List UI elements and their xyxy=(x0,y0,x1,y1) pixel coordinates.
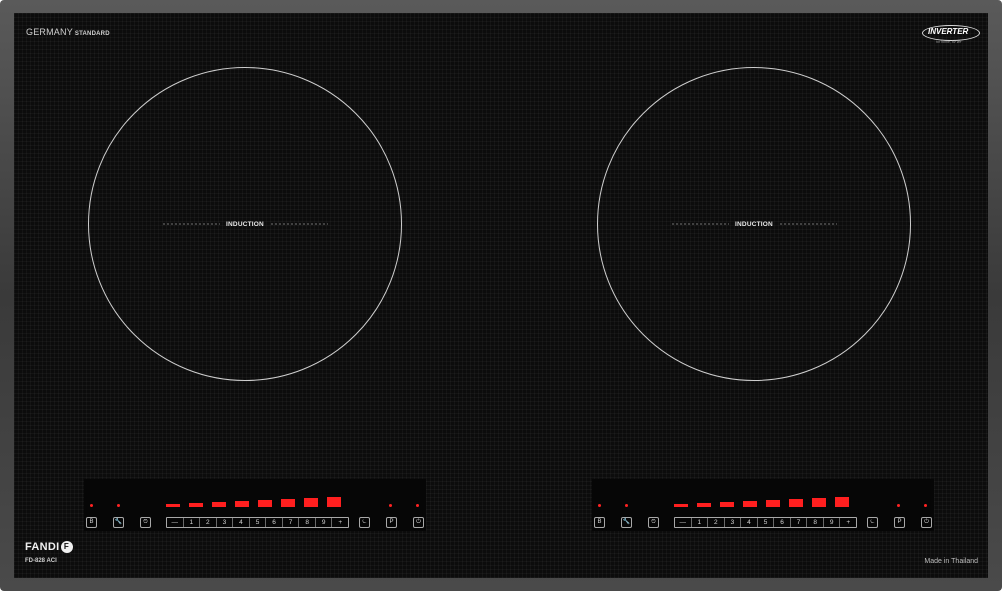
indicator-led xyxy=(598,504,601,507)
slider-level-1[interactable]: 1 xyxy=(692,518,709,527)
power-button[interactable]: ⏻ xyxy=(921,517,932,528)
slider-level-4[interactable]: 4 xyxy=(233,518,250,527)
slider-level-1[interactable]: 1 xyxy=(184,518,201,527)
timer-button[interactable]: ⏲ xyxy=(648,517,659,528)
slider-level-8[interactable]: 8 xyxy=(299,518,316,527)
wrench-button[interactable]: 🔧 xyxy=(113,517,124,528)
inverter-tagline: for home, for life xyxy=(936,40,962,44)
lock-button[interactable]: ⏾ xyxy=(359,517,370,528)
control-panel-left: B 🔧 ⏲ — 1 2 3 4 5 6 7 8 9 + ⏾ P ⏻ xyxy=(84,479,426,531)
glass-surface: GERMANY STANDARD INVERTER for home, for l… xyxy=(14,13,988,578)
power-level-bar xyxy=(304,498,318,507)
logo-mark-icon: F xyxy=(60,541,73,554)
slider-level-3[interactable]: 3 xyxy=(217,518,234,527)
wrench-button[interactable]: 🔧 xyxy=(621,517,632,528)
induction-label: INDUCTION xyxy=(226,220,264,228)
slider-minus[interactable]: — xyxy=(675,518,692,527)
made-in-label: Made in Thailand xyxy=(924,558,978,565)
boost-button[interactable]: B xyxy=(86,517,97,528)
power-level-bar xyxy=(835,497,849,507)
germany-standard-mark: GERMANY STANDARD xyxy=(26,27,110,37)
cooking-zone-right[interactable]: INDUCTION xyxy=(597,67,911,381)
slider-level-2[interactable]: 2 xyxy=(200,518,217,527)
induction-marker: INDUCTION xyxy=(598,219,910,229)
slider-level-9[interactable]: 9 xyxy=(824,518,841,527)
slider-level-2[interactable]: 2 xyxy=(708,518,725,527)
cooktop-frame: GERMANY STANDARD INVERTER for home, for l… xyxy=(0,0,1002,591)
slider-plus[interactable]: + xyxy=(332,518,348,527)
slider-level-9[interactable]: 9 xyxy=(316,518,333,527)
boost-button[interactable]: B xyxy=(594,517,605,528)
power-level-bar xyxy=(812,498,826,507)
fandi-logo: FANDI F xyxy=(25,541,73,554)
slider-level-5[interactable]: 5 xyxy=(250,518,267,527)
pause-button[interactable]: P xyxy=(894,517,905,528)
slider-level-7[interactable]: 7 xyxy=(283,518,300,527)
power-button[interactable]: ⏻ xyxy=(413,517,424,528)
lock-button[interactable]: ⏾ xyxy=(867,517,878,528)
power-level-bar xyxy=(720,502,734,507)
power-slider[interactable]: — 1 2 3 4 5 6 7 8 9 + xyxy=(674,517,857,528)
induction-marker: INDUCTION xyxy=(89,219,401,229)
induction-label: INDUCTION xyxy=(735,220,773,228)
brand-name: FANDI xyxy=(25,541,60,553)
dots-left xyxy=(671,223,730,225)
power-slider[interactable]: — 1 2 3 4 5 6 7 8 9 + xyxy=(166,517,349,528)
inverter-text: INVERTER xyxy=(928,27,969,36)
slider-level-6[interactable]: 6 xyxy=(774,518,791,527)
inverter-badge: INVERTER for home, for life xyxy=(922,24,980,44)
indicator-led xyxy=(924,504,927,507)
power-level-bar xyxy=(789,499,803,507)
slider-level-3[interactable]: 3 xyxy=(725,518,742,527)
power-level-bar xyxy=(766,500,780,507)
brand-top-suffix: STANDARD xyxy=(74,31,110,37)
timer-button[interactable]: ⏲ xyxy=(140,517,151,528)
model-number: FD-828 ACI xyxy=(25,558,57,564)
dots-right xyxy=(778,223,837,225)
control-panel-right: B 🔧 ⏲ — 1 2 3 4 5 6 7 8 9 + ⏾ P ⏻ xyxy=(592,479,934,531)
slider-level-5[interactable]: 5 xyxy=(758,518,775,527)
slider-level-8[interactable]: 8 xyxy=(807,518,824,527)
indicator-led xyxy=(625,504,628,507)
slider-plus[interactable]: + xyxy=(840,518,856,527)
power-level-bar xyxy=(327,497,341,507)
slider-level-7[interactable]: 7 xyxy=(791,518,808,527)
indicator-led xyxy=(897,504,900,507)
indicator-led xyxy=(389,504,392,507)
cooking-zone-left[interactable]: INDUCTION xyxy=(88,67,402,381)
slider-level-4[interactable]: 4 xyxy=(741,518,758,527)
slider-minus[interactable]: — xyxy=(167,518,184,527)
power-level-bar xyxy=(189,503,203,507)
power-level-bar xyxy=(281,499,295,507)
power-level-bar xyxy=(674,504,688,507)
power-level-bar xyxy=(235,501,249,507)
power-level-bar xyxy=(166,504,180,507)
indicator-led xyxy=(90,504,93,507)
dots-right xyxy=(269,223,328,225)
pause-button[interactable]: P xyxy=(386,517,397,528)
power-level-bar xyxy=(697,503,711,507)
brand-top-main: GERMANY xyxy=(26,27,73,37)
dots-left xyxy=(162,223,221,225)
power-level-bar xyxy=(212,502,226,507)
indicator-led xyxy=(117,504,120,507)
power-level-bar xyxy=(743,501,757,507)
slider-level-6[interactable]: 6 xyxy=(266,518,283,527)
indicator-led xyxy=(416,504,419,507)
power-level-bar xyxy=(258,500,272,507)
